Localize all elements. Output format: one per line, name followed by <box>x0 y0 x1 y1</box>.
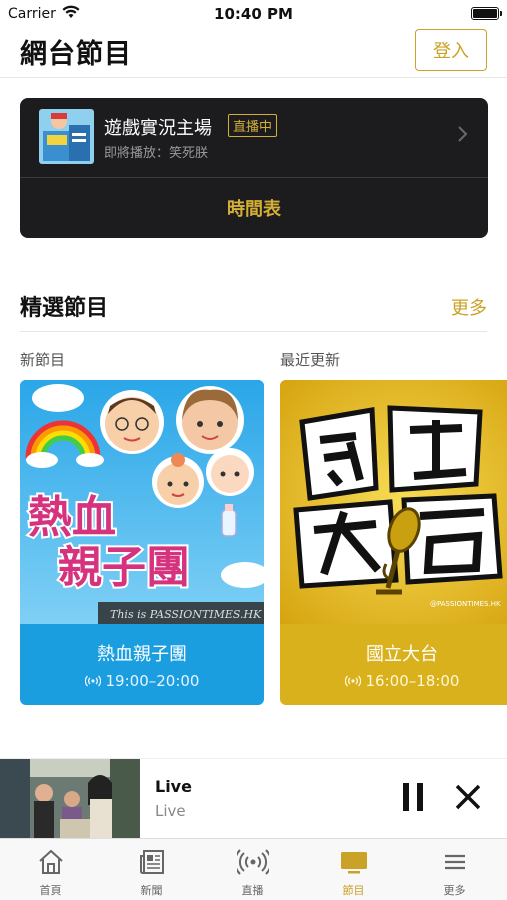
close-icon <box>455 784 481 810</box>
player-title: Live <box>155 777 192 796</box>
next-show-label: 即將播放：笑死朕 <box>104 146 209 161</box>
broadcast-icon <box>236 849 269 875</box>
program-info: 國立大台 16:00–18:00 <box>280 624 507 705</box>
clock: 10:40 PM <box>214 5 293 23</box>
program-artwork: @PASSIONTIMES.HK <box>280 380 507 624</box>
live-show-thumbnail <box>39 109 94 164</box>
svg-text:熱血: 熱血 <box>28 492 116 543</box>
live-now-card[interactable]: 遊戲實況主場 直播中 即將播放：笑死朕 時間表 <box>20 98 488 238</box>
tab-label: 首頁 <box>39 884 62 897</box>
tv-icon <box>340 852 367 874</box>
program-card[interactable]: @PASSIONTIMES.HK 國立大台 16:00–18:00 <box>280 380 507 705</box>
program-time-text: 19:00–20:00 <box>105 672 200 690</box>
recently-updated-label: 最近更新 <box>280 351 341 369</box>
player-subtitle: Live <box>155 802 186 820</box>
chevron-right-icon <box>458 126 468 142</box>
tab-label: 節目 <box>342 884 365 897</box>
program-time: 19:00–20:00 <box>20 672 264 690</box>
tab-label: 新聞 <box>140 884 163 897</box>
login-button[interactable]: 登入 <box>415 29 487 71</box>
program-name: 熱血親子團 <box>97 644 187 665</box>
close-player-button[interactable] <box>452 781 484 813</box>
live-badge: 直播中 <box>228 114 278 137</box>
tab-programs[interactable]: 節目 <box>303 839 404 900</box>
program-name: 國立大台 <box>366 644 438 665</box>
watermark-text: @PASSIONTIMES.HK <box>430 600 501 608</box>
battery-icon <box>471 7 502 20</box>
program-time-text: 16:00–18:00 <box>365 672 460 690</box>
tab-label: 直播 <box>241 884 264 897</box>
tab-live[interactable]: 直播 <box>202 839 303 900</box>
program-artwork: 熱血 親子團 This is PASSIONTIMES.HK <box>20 380 264 624</box>
mini-player[interactable]: Live Live <box>0 758 507 839</box>
tab-home[interactable]: 首頁 <box>0 839 101 900</box>
tab-news[interactable]: 新聞 <box>101 839 202 900</box>
featured-section-title: 精選節目 <box>20 296 109 321</box>
watermark-text: This is PASSIONTIMES.HK <box>110 608 262 621</box>
live-show-title: 遊戲實況主場 <box>104 118 212 139</box>
nav-header: 網台節目 登入 <box>0 28 507 78</box>
status-bar: Carrier 10:40 PM <box>0 0 507 28</box>
menu-icon <box>444 854 465 870</box>
program-time: 16:00–18:00 <box>280 672 507 690</box>
pause-icon <box>403 783 423 811</box>
program-card[interactable]: 熱血 親子團 This is PASSIONTIMES.HK 熱血親子團 19:… <box>20 380 264 705</box>
newspaper-icon <box>139 850 164 874</box>
player-thumbnail <box>0 759 140 839</box>
tab-bar: 首頁 新聞 直播 節目 更多 <box>0 838 507 900</box>
program-info: 熱血親子團 19:00–20:00 <box>20 624 264 705</box>
tab-label: 更多 <box>443 884 466 897</box>
page-title: 網台節目 <box>20 39 132 70</box>
broadcast-small-icon <box>344 675 361 687</box>
new-programs-label: 新節目 <box>20 351 66 369</box>
svg-text:親子團: 親子團 <box>58 542 190 593</box>
more-link[interactable]: 更多 <box>451 294 487 320</box>
schedule-button[interactable]: 時間表 <box>20 178 488 238</box>
section-divider <box>20 331 487 332</box>
home-icon <box>38 849 63 874</box>
pause-button[interactable] <box>398 779 428 815</box>
broadcast-small-icon <box>84 675 101 687</box>
tab-more[interactable]: 更多 <box>404 839 505 900</box>
